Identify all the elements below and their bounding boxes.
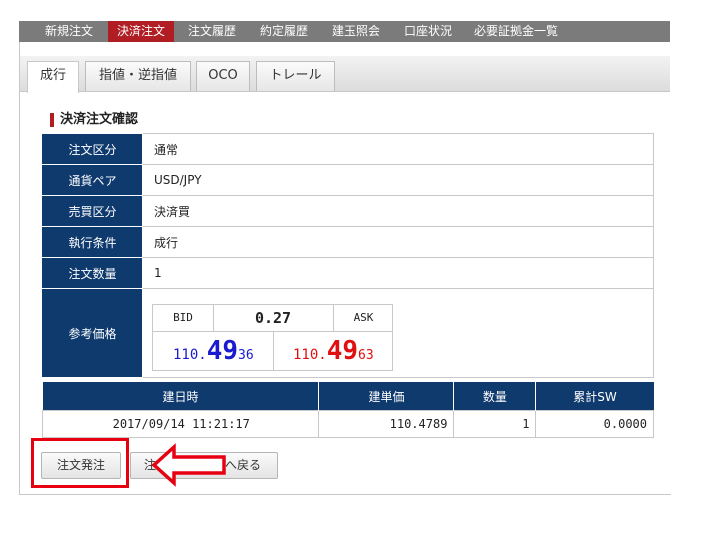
bid-rate: 110.4936 xyxy=(173,332,254,370)
position-table: 建日時 建単価 数量 累計SW 2017/09/14 11:21:17 110.… xyxy=(41,382,654,438)
left-arrow-icon xyxy=(151,443,226,487)
back-button-label: へ戻る xyxy=(225,458,262,472)
cell-quantity: 1 xyxy=(453,410,537,438)
bid-label: BID xyxy=(153,305,214,331)
nav-account-status[interactable]: 口座状況 xyxy=(398,21,458,42)
col-quantity: 数量 xyxy=(453,382,536,411)
row-label: 執行条件 xyxy=(42,226,143,258)
table-row: 執行条件 成行 xyxy=(42,226,654,258)
tab-market[interactable]: 成行 xyxy=(27,61,79,93)
table-row: 売買区分 決済買 xyxy=(42,195,654,227)
row-value: 決済買 xyxy=(142,195,654,227)
col-open-price: 建単価 xyxy=(318,382,454,411)
tab-limit-stop[interactable]: 指値・逆指値 xyxy=(85,61,191,91)
col-open-datetime: 建日時 xyxy=(42,382,319,411)
nav-settlement-order[interactable]: 決済注文 xyxy=(108,21,174,42)
table-row: 通貨ペア USD/JPY xyxy=(42,164,654,196)
cell-cumulative-swap: 0.0000 xyxy=(535,410,654,438)
table-row: 2017/09/14 11:21:17 110.4789 1 0.0000 xyxy=(41,410,654,438)
reference-price-box: BID 0.27 ASK 110.4936 110.4963 xyxy=(152,304,393,371)
col-cumulative-swap: 累計SW xyxy=(535,382,654,411)
bid-rate-suffix: 36 xyxy=(238,348,254,363)
ask-rate-main: 49 xyxy=(326,336,359,366)
nav-order-history[interactable]: 注文履歴 xyxy=(182,21,242,42)
cell-open-price: 110.4789 xyxy=(318,410,455,438)
row-label: 通貨ペア xyxy=(42,164,143,196)
ask-rate: 110.4963 xyxy=(293,332,374,370)
tab-trail[interactable]: トレール xyxy=(256,61,335,91)
table-row: 注文数量 1 xyxy=(42,257,654,289)
top-nav: 新規注文 決済注文 注文履歴 約定履歴 建玉照会 口座状況 必要証拠金一覧 xyxy=(19,21,670,42)
row-label: 売買区分 xyxy=(42,195,143,227)
ask-rate-prefix: 110. xyxy=(293,347,327,363)
nav-position-inquiry[interactable]: 建玉照会 xyxy=(326,21,386,42)
bid-rate-prefix: 110. xyxy=(173,347,207,363)
table-row: 注文区分 通常 xyxy=(42,133,654,165)
cell-open-datetime: 2017/09/14 11:21:17 xyxy=(41,410,320,438)
tab-oco[interactable]: OCO xyxy=(196,61,250,91)
row-value: USD/JPY xyxy=(142,164,654,196)
row-label: 注文数量 xyxy=(42,257,143,289)
row-label: 参考価格 xyxy=(42,288,143,378)
bid-rate-main: 49 xyxy=(206,336,239,366)
nav-margin-list[interactable]: 必要証拠金一覧 xyxy=(472,21,560,42)
highlight-box xyxy=(31,438,129,488)
spread-value: 0.27 xyxy=(254,309,292,327)
row-value: 1 xyxy=(142,257,654,289)
nav-new-order[interactable]: 新規注文 xyxy=(39,21,99,42)
table-header-row: 建日時 建単価 数量 累計SW xyxy=(42,382,654,411)
section-title: 決済注文確認 xyxy=(50,113,138,127)
divider xyxy=(273,331,274,371)
row-value: 通常 xyxy=(142,133,654,165)
nav-execution-history[interactable]: 約定履歴 xyxy=(254,21,314,42)
ask-label: ASK xyxy=(333,305,393,331)
row-value: 成行 xyxy=(142,226,654,258)
row-label: 注文区分 xyxy=(42,133,143,165)
ask-rate-suffix: 63 xyxy=(358,348,374,363)
